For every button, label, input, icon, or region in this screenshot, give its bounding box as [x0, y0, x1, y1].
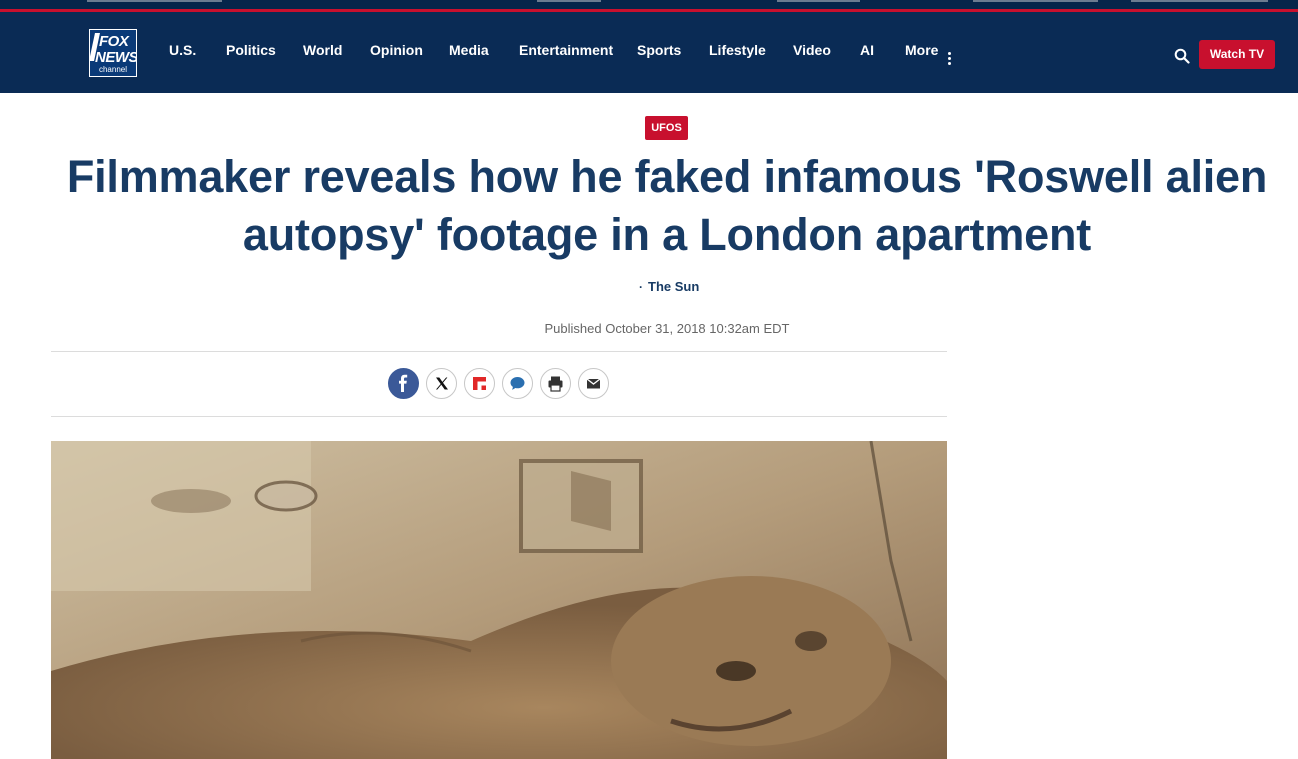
comments-icon — [502, 368, 533, 399]
ticker-segment — [777, 0, 860, 2]
ticker-segment — [1131, 0, 1268, 2]
nav-item-politics[interactable]: Politics — [226, 42, 276, 62]
share-facebook-button[interactable] — [388, 368, 419, 399]
fox-news-logo[interactable]: FOX NEWS channel — [89, 29, 137, 77]
nav-item-ai[interactable]: AI — [860, 42, 874, 62]
share-flipboard-button[interactable] — [464, 368, 495, 399]
x-twitter-icon — [426, 368, 457, 399]
nav-item-lifestyle[interactable]: Lifestyle — [709, 42, 766, 62]
published-timestamp: Published October 31, 2018 10:32am EDT — [544, 321, 790, 336]
nav-item-video[interactable]: Video — [793, 42, 831, 62]
more-dots-icon[interactable] — [948, 52, 952, 66]
email-icon — [578, 368, 609, 399]
byline-source[interactable]: The Sun — [648, 279, 699, 294]
nav-item-opinion[interactable]: Opinion — [370, 42, 423, 62]
ticker-segment — [973, 0, 1098, 2]
facebook-icon — [388, 368, 419, 399]
ticker-segment — [537, 0, 601, 2]
share-comments-button[interactable] — [502, 368, 533, 399]
logo-text-channel: channel — [98, 65, 128, 74]
article-hero-image[interactable] — [51, 441, 947, 759]
nav-item-us[interactable]: U.S. — [169, 42, 196, 62]
nav-item-sports[interactable]: Sports — [637, 42, 681, 62]
flipboard-icon — [464, 368, 495, 399]
share-print-button[interactable] — [540, 368, 571, 399]
site-header: FOX NEWS channel U.S. Politics World Opi… — [0, 12, 1298, 93]
category-tag[interactable]: UFOS — [645, 116, 688, 140]
divider — [51, 416, 947, 417]
nav-item-more[interactable]: More — [905, 42, 938, 62]
ticker-segment — [87, 0, 222, 2]
nav-item-world[interactable]: World — [303, 42, 342, 62]
search-icon[interactable] — [1174, 48, 1190, 64]
share-email-button[interactable] — [578, 368, 609, 399]
article-headline: Filmmaker reveals how he faked infamous … — [66, 151, 1268, 260]
alien-autopsy-photo — [51, 441, 947, 759]
nav-item-entertainment[interactable]: Entertainment — [519, 42, 613, 62]
watch-tv-button[interactable]: Watch TV — [1199, 40, 1275, 69]
logo-text-fox: FOX — [99, 33, 129, 50]
logo-text-news: NEWS — [95, 49, 137, 66]
share-x-button[interactable] — [426, 368, 457, 399]
nav-item-media[interactable]: Media — [449, 42, 489, 62]
top-ticker-strip — [0, 0, 1298, 12]
byline-separator: · — [639, 280, 643, 294]
divider — [51, 351, 947, 352]
print-icon — [540, 368, 571, 399]
